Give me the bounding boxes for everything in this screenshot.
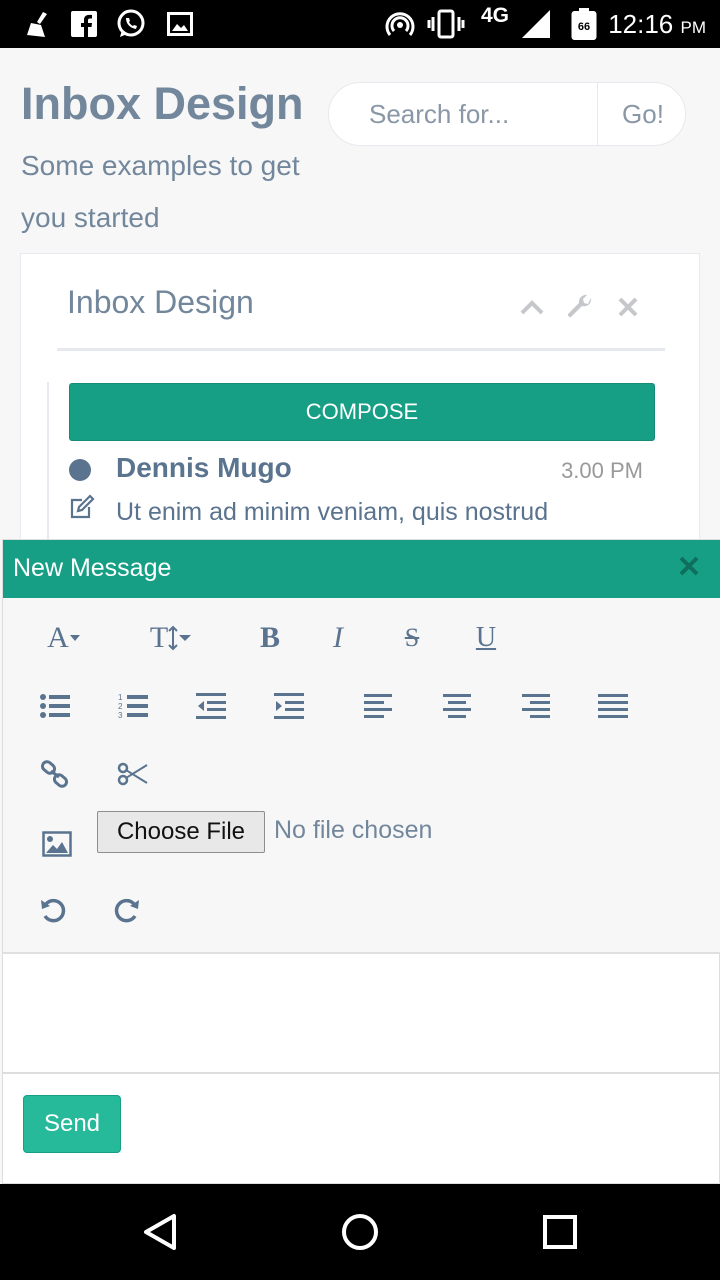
numbered-list-icon[interactable]: 123 bbox=[115, 688, 151, 724]
home-icon[interactable] bbox=[338, 1210, 382, 1254]
clock: 12:16 PM bbox=[608, 8, 706, 44]
back-icon[interactable] bbox=[138, 1210, 182, 1254]
choose-file-button[interactable]: Choose File bbox=[97, 811, 265, 853]
svg-text:1: 1 bbox=[118, 693, 123, 702]
mail-time: 3.00 PM bbox=[561, 458, 643, 483]
align-center-icon[interactable] bbox=[439, 688, 475, 724]
wrench-icon[interactable] bbox=[565, 292, 595, 322]
navigation-bar bbox=[0, 1184, 720, 1280]
chevron-up-icon[interactable] bbox=[517, 292, 547, 322]
mail-preview[interactable]: Ut enim ad minim veniam, quis nostrud bbox=[116, 498, 548, 527]
caret-down-icon bbox=[69, 635, 80, 641]
page-title: Inbox Design bbox=[21, 78, 304, 129]
search-go-button[interactable]: Go! bbox=[597, 83, 685, 145]
whatsapp-icon bbox=[114, 8, 148, 40]
image-icon bbox=[166, 8, 194, 40]
outdent-icon[interactable] bbox=[193, 688, 229, 724]
message-editor[interactable] bbox=[3, 956, 719, 1074]
picture-icon[interactable] bbox=[39, 826, 75, 862]
panel-toolbox bbox=[517, 292, 643, 322]
send-button[interactable]: Send bbox=[23, 1095, 121, 1153]
compose-modal: New Message A T B I S U 123 Choose File … bbox=[2, 539, 720, 1184]
bullet-list-icon[interactable] bbox=[37, 688, 73, 724]
align-left-icon[interactable] bbox=[361, 688, 397, 724]
mail-sender[interactable]: Dennis Mugo bbox=[116, 452, 292, 484]
underline-button[interactable]: U bbox=[469, 618, 503, 658]
text-height-label: T bbox=[149, 621, 169, 654]
svg-text:2: 2 bbox=[118, 702, 123, 711]
recents-icon[interactable] bbox=[538, 1210, 582, 1254]
bold-button[interactable]: B bbox=[253, 618, 287, 658]
battery-level: 66 bbox=[577, 21, 591, 33]
close-icon[interactable] bbox=[675, 552, 703, 580]
caret-down-icon bbox=[179, 635, 192, 641]
unlink-icon[interactable] bbox=[115, 756, 151, 792]
font-family-button[interactable]: A bbox=[39, 618, 89, 658]
justify-icon[interactable] bbox=[595, 688, 631, 724]
edit-icon[interactable] bbox=[69, 494, 95, 520]
italic-button[interactable]: I bbox=[323, 618, 353, 658]
panel-title: Inbox Design bbox=[67, 284, 254, 320]
undo-icon[interactable] bbox=[35, 892, 71, 928]
modal-header: New Message bbox=[3, 540, 720, 598]
page-subtitle: Some examples to get you started bbox=[21, 150, 300, 233]
svg-text:3: 3 bbox=[118, 711, 123, 720]
font-label: A bbox=[47, 621, 69, 654]
clock-suffix: PM bbox=[680, 18, 707, 37]
search-input[interactable] bbox=[329, 83, 597, 145]
link-icon[interactable] bbox=[37, 756, 73, 792]
search-bar: Go! bbox=[328, 82, 686, 146]
inbox-rail bbox=[47, 382, 49, 562]
align-right-icon[interactable] bbox=[517, 688, 553, 724]
inbox-panel: Inbox Design COMPOSE Dennis Mugo 3.00 PM… bbox=[20, 253, 700, 562]
clock-time: 12:16 bbox=[608, 9, 674, 39]
strikethrough-button[interactable]: S bbox=[395, 618, 429, 658]
cleaner-icon bbox=[22, 8, 54, 40]
unread-dot-icon bbox=[69, 459, 91, 481]
redo-icon[interactable] bbox=[109, 892, 145, 928]
panel-divider bbox=[57, 348, 665, 351]
editor-toolbar: A T B I S U 123 Choose File No file chos… bbox=[3, 598, 720, 954]
close-icon[interactable] bbox=[613, 292, 643, 322]
hotspot-icon bbox=[384, 8, 416, 40]
compose-button[interactable]: COMPOSE bbox=[69, 383, 655, 441]
indent-icon[interactable] bbox=[271, 688, 307, 724]
facebook-icon bbox=[70, 8, 98, 40]
status-bar: 4G 66 12:16 PM bbox=[0, 0, 720, 48]
text-height-icon bbox=[168, 625, 178, 651]
font-size-button[interactable]: T bbox=[143, 618, 199, 658]
vibrate-icon bbox=[426, 8, 466, 40]
signal-icon bbox=[520, 8, 552, 40]
network-type: 4G bbox=[481, 4, 510, 27]
modal-title: New Message bbox=[13, 554, 172, 582]
file-status: No file chosen bbox=[274, 816, 433, 844]
